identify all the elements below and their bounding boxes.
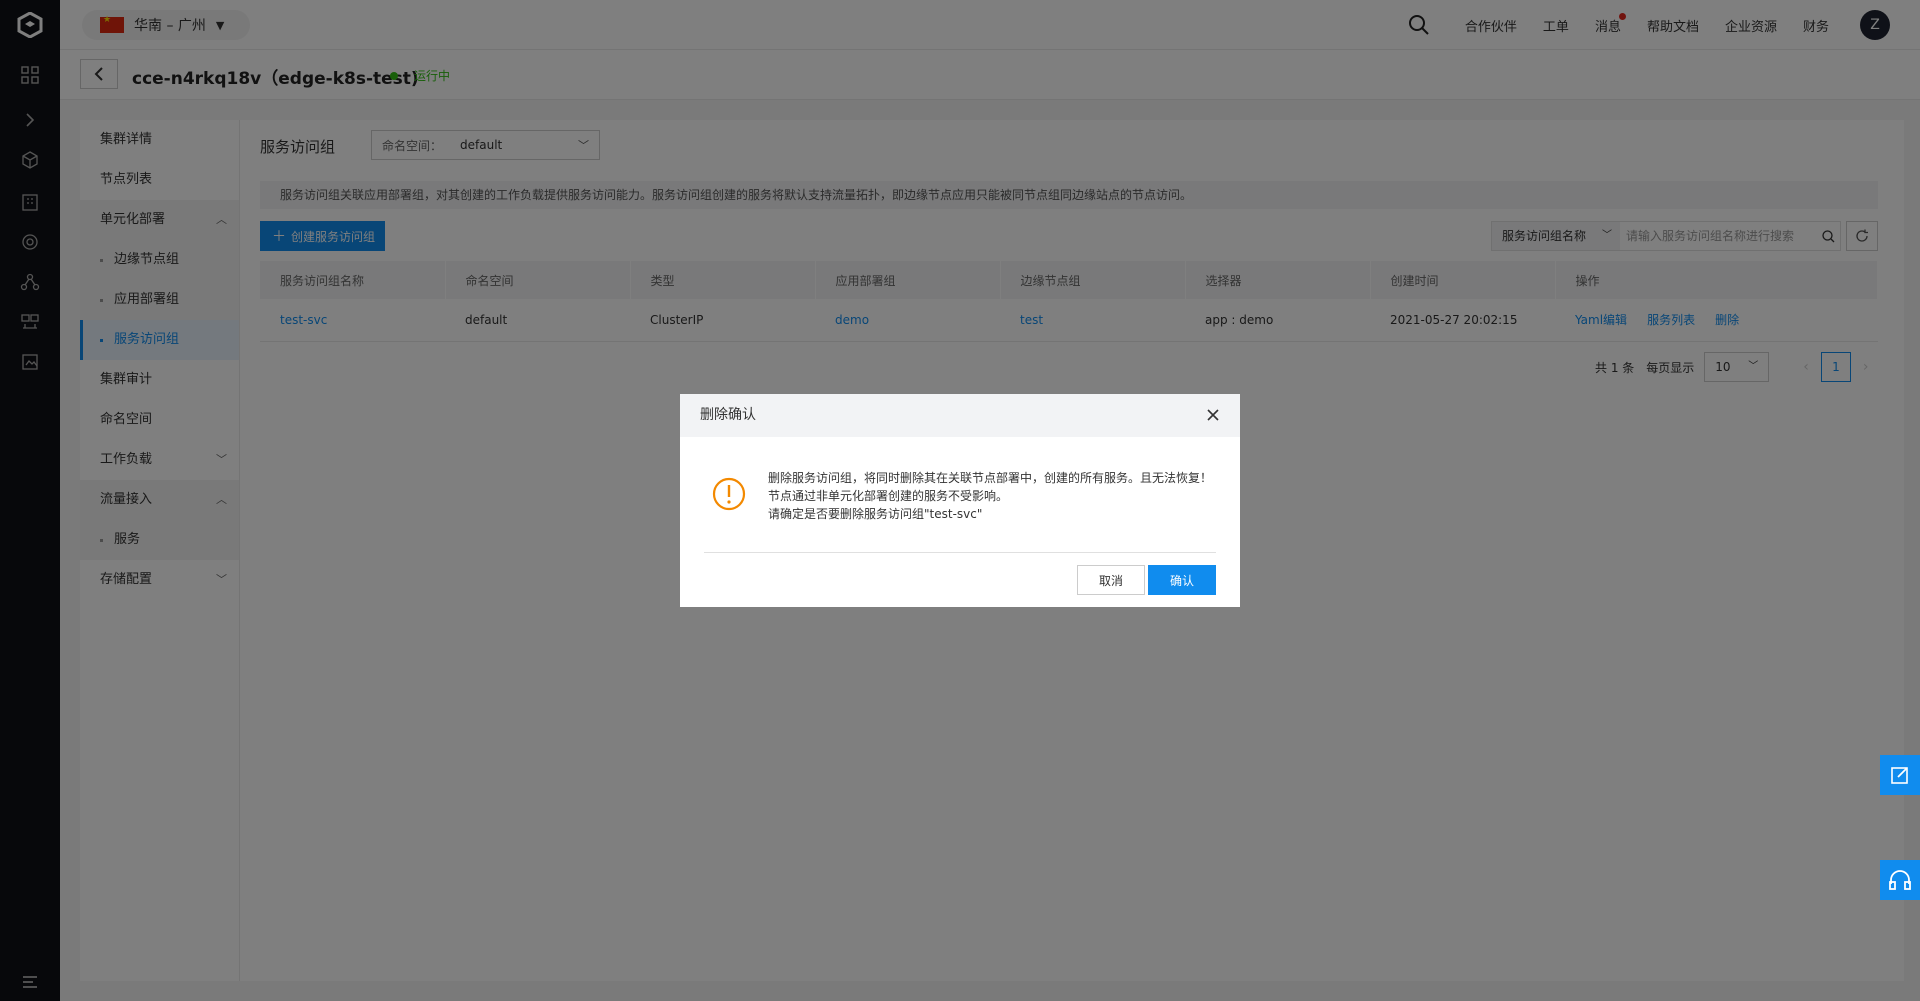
- headset-icon: [1889, 870, 1911, 890]
- dialog-body: 删除服务访问组，将同时删除其在关联节点部署中，创建的所有服务。且无法恢复！ 节点…: [712, 469, 1212, 523]
- confirm-button[interactable]: 确认: [1148, 565, 1216, 595]
- dialog-header: 删除确认: [680, 394, 1240, 437]
- dialog-line: 删除服务访问组，将同时删除其在关联节点部署中，创建的所有服务。且无法恢复！: [768, 471, 1213, 485]
- dialog-line: 请确定是否要删除服务访问组"test-svc": [768, 507, 983, 521]
- feedback-float-button[interactable]: [1880, 755, 1920, 795]
- cancel-button[interactable]: 取消: [1077, 565, 1145, 595]
- dialog-line: 节点通过非单元化部署创建的服务不受影响。: [768, 489, 1009, 503]
- warning-icon: [712, 477, 746, 511]
- dialog-divider: [704, 552, 1216, 553]
- support-float-button[interactable]: [1880, 860, 1920, 900]
- close-icon[interactable]: [1206, 408, 1220, 422]
- edit-icon: [1891, 767, 1908, 784]
- delete-confirm-dialog: 删除确认 删除服务访问组，将同时删除其在关联节点部署中，创建的所有服务。且无法恢…: [680, 394, 1240, 607]
- dialog-message: 删除服务访问组，将同时删除其在关联节点部署中，创建的所有服务。且无法恢复！ 节点…: [768, 469, 1212, 523]
- dialog-title: 删除确认: [700, 407, 756, 423]
